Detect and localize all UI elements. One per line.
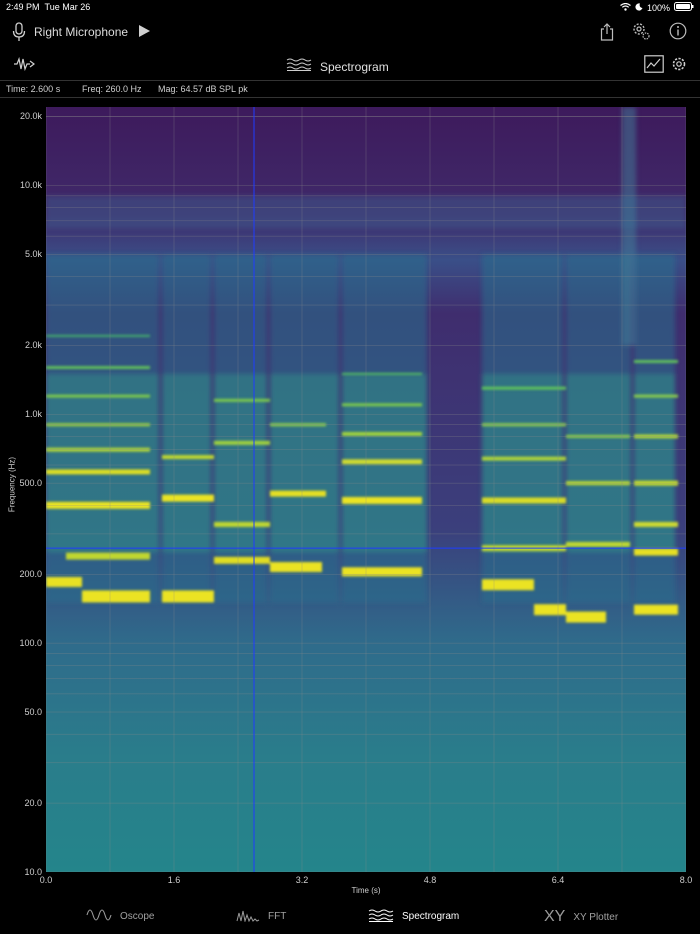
harmonic-band — [482, 497, 566, 504]
segment-energy-core — [162, 373, 211, 553]
transient-streak — [622, 107, 636, 346]
readout-time: Time: 2.600 s — [6, 84, 61, 94]
spectrogram-plot[interactable] — [46, 107, 686, 872]
harmonic-band — [46, 576, 82, 587]
harmonic-band — [342, 431, 422, 436]
x-tick-label: 8.0 — [679, 875, 693, 885]
harmonic-band — [342, 459, 422, 465]
x-tick-label: 3.2 — [295, 875, 309, 885]
info-icon[interactable] — [668, 21, 688, 41]
harmonic-band — [342, 403, 422, 407]
chart-options-icon[interactable] — [644, 55, 664, 73]
harmonic-band — [46, 366, 150, 370]
harmonic-band — [634, 548, 678, 556]
y-tick-label: 50.0 — [24, 707, 42, 718]
spectrogram-icon — [286, 57, 312, 76]
waveform-input-icon[interactable] — [12, 56, 36, 72]
harmonic-band — [634, 394, 678, 398]
xy-icon: XY — [544, 908, 566, 925]
microphone-icon[interactable] — [10, 22, 28, 42]
view-title-group: Spectrogram — [286, 57, 389, 76]
harmonic-band — [46, 469, 150, 475]
y-tick-label: 5.0k — [24, 249, 42, 260]
harmonic-band — [82, 590, 150, 603]
battery-icon — [674, 2, 694, 13]
view-title: Spectrogram — [320, 59, 389, 74]
y-tick-label: 10.0k — [19, 180, 42, 191]
harmonic-band — [214, 521, 270, 527]
gear-icon[interactable] — [670, 55, 688, 73]
harmonic-band — [482, 579, 534, 591]
harmonic-band — [270, 562, 322, 573]
status-right: 100% — [620, 2, 694, 13]
moon-icon — [635, 2, 643, 13]
tab-fft[interactable]: FFT — [236, 908, 286, 925]
tab-fft-label: FFT — [268, 911, 287, 922]
top-toolbar: Right Microphone — [0, 14, 700, 50]
x-tick-label: 1.6 — [167, 875, 181, 885]
y-tick-label: 20.0 — [24, 798, 42, 809]
spectrogram-tab-icon — [368, 908, 394, 925]
tab-spectrogram[interactable]: Spectrogram — [368, 908, 459, 925]
readout-mag: Mag: 64.57 dB SPL pk — [158, 84, 248, 94]
tab-spectrogram-label: Spectrogram — [402, 911, 460, 922]
segment-energy-core — [566, 373, 631, 553]
y-tick-label: 100.0 — [19, 638, 42, 649]
cursor-readout: Time: 2.600 s Freq: 260.0 Hz Mag: 64.57 … — [0, 80, 700, 98]
tab-xy-plotter-label: XY Plotter — [573, 911, 619, 923]
harmonic-band — [566, 611, 606, 623]
harmonic-band — [162, 455, 214, 460]
harmonic-band — [162, 494, 214, 502]
tab-oscope-label: Oscope — [120, 911, 155, 922]
play-button[interactable] — [136, 23, 152, 39]
status-time: 2:49 PM Tue Mar 26 — [6, 2, 91, 12]
input-source-label[interactable]: Right Microphone — [34, 25, 128, 39]
harmonic-band — [482, 456, 566, 461]
harmonic-band — [634, 521, 678, 527]
segment-energy-core — [270, 373, 339, 553]
harmonic-band — [214, 440, 270, 445]
x-tick-label: 0.0 — [39, 875, 53, 885]
harmonic-band — [66, 552, 150, 560]
tab-xy-plotter[interactable]: XY XY Plotter — [544, 908, 618, 926]
view-header: Spectrogram — [0, 50, 700, 80]
harmonic-band — [342, 567, 422, 577]
harmonic-band — [342, 496, 422, 504]
battery-percent: 100% — [646, 2, 670, 13]
segment-energy-core — [46, 373, 159, 553]
spectrogram-canvas[interactable] — [46, 107, 686, 872]
harmonic-band — [534, 604, 566, 616]
bottom-tab-bar: Oscope FFT Spectrogram XY XY Plotter — [0, 902, 700, 934]
harmonic-band — [46, 394, 150, 398]
harmonic-band — [46, 334, 150, 337]
y-tick-label: 1.0k — [24, 409, 42, 420]
harmonic-band — [270, 490, 326, 497]
tab-oscope[interactable]: Oscope — [86, 908, 154, 925]
y-tick-label: 200.0 — [19, 569, 42, 580]
share-icon[interactable] — [598, 22, 616, 42]
settings-icon[interactable] — [630, 20, 652, 42]
y-axis-label: Frequency (Hz) — [7, 456, 17, 513]
harmonic-band — [634, 360, 678, 364]
harmonic-band — [214, 556, 270, 564]
sine-wave-icon — [86, 908, 112, 925]
x-axis-label: Time (s) — [351, 886, 381, 895]
readout-freq: Freq: 260.0 Hz — [82, 84, 142, 94]
status-bar: 2:49 PM Tue Mar 26 100% — [0, 0, 700, 14]
harmonic-band — [342, 372, 422, 375]
y-tick-label: 20.0k — [19, 111, 42, 122]
y-tick-label: 2.0k — [24, 340, 42, 351]
harmonic-band — [634, 604, 678, 615]
harmonic-band — [214, 398, 270, 402]
x-tick-label: 4.8 — [423, 875, 437, 885]
fft-icon — [236, 908, 260, 925]
harmonic-band — [482, 386, 566, 390]
harmonic-band — [566, 541, 630, 547]
wifi-icon — [620, 2, 631, 13]
x-tick-label: 6.4 — [551, 875, 565, 885]
harmonic-band — [162, 590, 214, 603]
